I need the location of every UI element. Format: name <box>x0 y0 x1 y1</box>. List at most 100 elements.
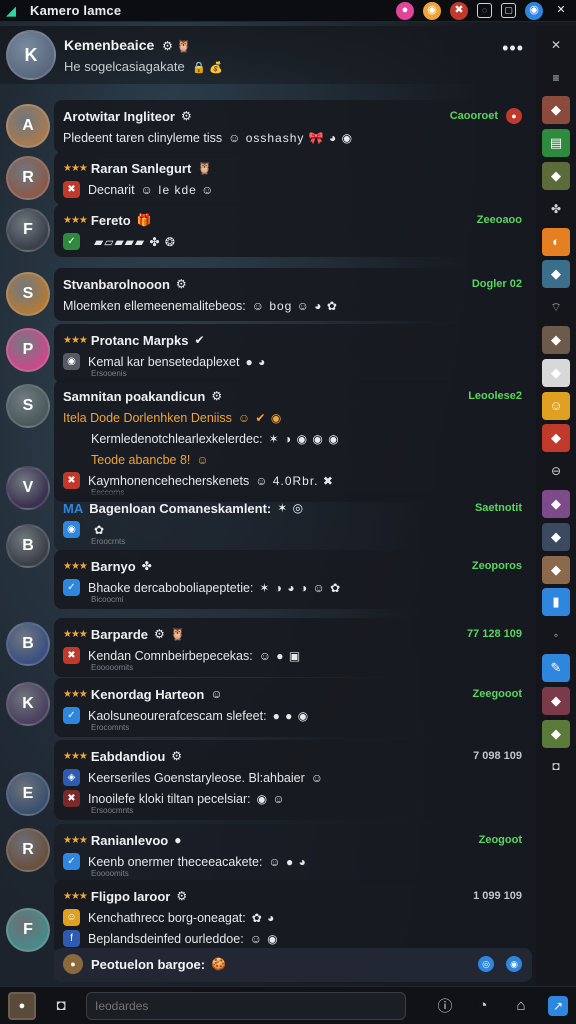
message-bubble: Stvanbarolnooon ⚙ Dogler 02 Mloemken elleme… <box>54 268 532 321</box>
message-row[interactable]: F ★★★ Fligpo Iaroor ⚙ 1 099 109 ☺ Kenchathrecc… <box>0 880 536 954</box>
header-avatar[interactable]: K <box>6 30 56 80</box>
message-meta: Bicoocmi <box>91 595 124 604</box>
message-row[interactable]: S Stvanbarolnooon ⚙ Dogler 02 Mloemken ellem… <box>0 268 536 321</box>
sender-name-line: ★★★ Eabdandiou ⚙ 7 098 109 <box>63 745 522 767</box>
pinned-message[interactable]: ● Peotuelon bargoe: 🍪 ◎ ◉ <box>54 948 532 982</box>
emoji-group: ⚙ <box>180 109 193 123</box>
message-bubble: ★★★ Barparde ⚙ 🦉 77 128 109 ✖ Kendan Comnbeir… <box>54 618 532 677</box>
message-line: ✖ Decnarit ☺ Ie kde ☺ <box>63 179 522 200</box>
share-icon[interactable]: ↗ <box>548 995 568 1016</box>
sidebar-avatar-8[interactable]: ◆ <box>542 522 570 551</box>
sidebar-emoji[interactable]: ☺ <box>542 391 570 420</box>
message-row[interactable]: E ★★★ Eabdandiou ⚙ 7 098 109 ◈ Keerseriles Goe… <box>0 740 536 820</box>
game-icon[interactable]: ✖ <box>450 1 468 20</box>
emoji-group: ⚙ <box>211 389 224 403</box>
composer-avatar[interactable]: ● <box>8 991 36 1020</box>
window-icon[interactable]: ▢ <box>501 3 516 18</box>
emoji-group: ⚙ 🦉 <box>153 627 187 641</box>
rank-stars-icon: ★★★ <box>63 560 88 572</box>
sender-avatar[interactable]: F <box>6 908 50 952</box>
notification-icon[interactable]: ● <box>396 1 414 20</box>
sender-avatar[interactable]: K <box>6 682 50 726</box>
sender-name: Bagenloan Comaneskamlent: <box>89 500 272 516</box>
copy-icon[interactable]: ◎ <box>478 956 494 972</box>
message-type-icon: f <box>63 930 80 947</box>
message-meta: Eoooomits <box>91 869 129 878</box>
info-icon[interactable]: ◉ <box>506 956 522 972</box>
message-row[interactable]: V MA Bagenloan Comaneskamlent: ✶ ◎ Saetnotit… <box>0 466 536 551</box>
sender-name-line: ★★★ Barparde ⚙ 🦉 77 128 109 <box>63 623 522 645</box>
profile-icon[interactable]: ◉ <box>525 1 543 20</box>
sidebar-avatar-10[interactable]: ◆ <box>542 686 570 715</box>
emoji-group: 🦉 <box>197 161 214 175</box>
message-row[interactable]: B ★★★ Barnyo ✤ Zeoporos ✓ Bhaoke dercaboboliap… <box>0 524 536 612</box>
sidebar-avatar-5[interactable]: ◆ <box>542 358 570 387</box>
coin-icon[interactable]: ◉ <box>423 1 441 20</box>
message-row[interactable]: F ★★★ Fereto 🎁 Zeeoaoo ✓ ▰▱▰▰▰ ✤ ❂ <box>0 204 536 262</box>
sidebar-avatar-7[interactable]: ◆ <box>542 489 570 518</box>
sidebar-edit[interactable]: ✎ <box>542 653 570 682</box>
pinned-avatar-icon: ● <box>63 954 83 974</box>
sender-avatar[interactable]: E <box>6 772 50 816</box>
sender-name: Eabdandiou <box>90 748 166 764</box>
pinned-line: ● Peotuelon bargoe: 🍪 ◎ ◉ <box>63 953 522 975</box>
sender-avatar[interactable]: S <box>6 384 50 428</box>
sidebar-avatar-3[interactable]: ◆ <box>542 260 570 289</box>
sender-avatar[interactable]: R <box>6 156 50 200</box>
sender-avatar[interactable]: F <box>6 208 50 252</box>
sidebar-avatar-1[interactable]: ◆ <box>542 96 570 125</box>
message-row[interactable]: K ★★★ Kenordag Harteon ☺ Zeegooot ✓ Kaolsuneou… <box>0 678 536 737</box>
message-line: Pledeent taren clinyleme tiss ☺ osshashy … <box>63 127 522 148</box>
sender-avatar[interactable]: S <box>6 272 50 316</box>
emoji-group: ✶ ◑ ◉ ◉ ◉ <box>268 431 340 446</box>
message-row[interactable]: A Arotwitar Ingliteor ⚙ ● Caooroet Pledeent t… <box>0 100 536 158</box>
sidebar-clover[interactable]: ✤ <box>542 195 570 223</box>
gift-icon[interactable]: ⌂ <box>510 995 532 1017</box>
sender-avatar[interactable]: A <box>6 104 50 148</box>
message-row[interactable]: P ★★★ Protanc Marpks ✔ ◉ Kemal kar bensetedap… <box>0 324 536 383</box>
sender-avatar[interactable]: B <box>6 524 50 568</box>
close-icon[interactable]: ✕ <box>552 2 570 20</box>
message-text: Kenchathrecc borg-oneagat: <box>88 910 246 925</box>
sidebar-mask[interactable]: ⌔ <box>542 293 570 321</box>
sidebar-dot[interactable]: ◦ <box>542 621 570 649</box>
sidebar-pin[interactable]: ⊖ <box>542 457 570 485</box>
chat-header: K Kemenbeaice ⚙ 🦉 He sogelcasiagakate 🔒 … <box>0 26 536 84</box>
emoji-group: ✔ <box>194 333 206 347</box>
message-bubble: Arotwitar Ingliteor ⚙ ● Caooroet Pledeent ta… <box>54 100 532 153</box>
sender-name-line: ★★★ Fligpo Iaroor ⚙ 1 099 109 <box>63 885 522 907</box>
message-row[interactable]: R ★★★ Raran Sanlegurt 🦉 ✖ Decnarit ☺ Ie kde ☺ <box>0 152 536 205</box>
message-input[interactable] <box>86 991 406 1020</box>
sidebar-orange[interactable]: ◐ <box>542 227 570 256</box>
app-title: Kamero lamce <box>30 3 122 18</box>
sender-avatar[interactable]: R <box>6 828 50 872</box>
message-list[interactable]: A Arotwitar Ingliteor ⚙ ● Caooroet Pledeent t… <box>0 88 536 986</box>
sender-avatar[interactable]: V <box>6 466 50 510</box>
pinned-actions: ◎ ◉ <box>474 956 522 972</box>
sidebar-avatar-6[interactable]: ◆ <box>542 424 570 453</box>
sidebar-avatar-11[interactable]: ◆ <box>542 719 570 748</box>
sidebar-bookmark[interactable]: ▮ <box>542 588 570 617</box>
message-row[interactable]: S Samnitan poakandicun ⚙ Leoolese2 Itela Dod… <box>0 380 536 502</box>
message-row[interactable]: R ★★★ Ranianlevoo ● Zeogoot ✓ Keenb onermer th… <box>0 824 536 883</box>
sidebar-camera[interactable]: ◘ <box>542 752 570 780</box>
emoji-group: ⚙ <box>175 277 188 291</box>
message-icon[interactable]: ◌ <box>477 3 492 18</box>
sidebar-avatar-9[interactable]: ◆ <box>542 555 570 584</box>
message-type-icon: ✓ <box>63 233 80 250</box>
sender-name: Arotwitar Ingliteor <box>63 108 175 124</box>
rank-stars-icon: ★★★ <box>63 214 88 226</box>
sidebar-close[interactable]: ✕ <box>542 31 570 59</box>
sender-avatar[interactable]: P <box>6 328 50 372</box>
sidebar-avatar-2[interactable]: ◆ <box>542 161 570 190</box>
more-options-icon[interactable]: ••• <box>502 38 524 59</box>
emoji-group: ⚙ <box>171 749 184 763</box>
like-icon[interactable]: ◔ <box>472 995 494 1017</box>
sidebar-avatar-4[interactable]: ◆ <box>542 325 570 354</box>
message-row[interactable]: B ★★★ Barparde ⚙ 🦉 77 128 109 ✖ Kendan Comnbei… <box>0 618 536 677</box>
info-icon[interactable]: ⓘ <box>434 995 456 1017</box>
sidebar-chat[interactable]: ▤ <box>542 129 570 158</box>
camera-icon[interactable]: ◘ <box>50 995 72 1017</box>
sidebar-menu[interactable]: ≡ <box>542 64 570 92</box>
sender-avatar[interactable]: B <box>6 622 50 666</box>
